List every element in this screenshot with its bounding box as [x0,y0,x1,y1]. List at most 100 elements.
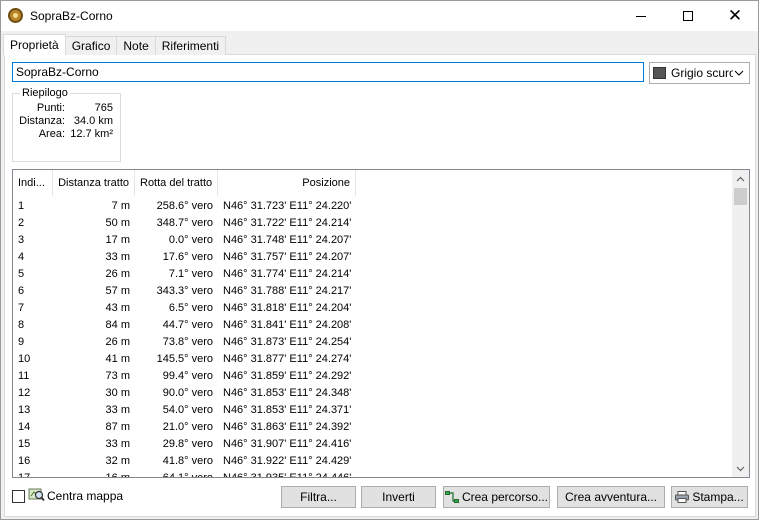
cell-course: 348.7° vero [156,217,213,229]
cell-course: 258.6° vero [156,200,213,212]
table-row[interactable]: 9 26 m 73.8° vero N46° 31.873' E11° 24.254' [13,334,356,351]
cell-distance: 43 m [105,302,130,314]
tab-riferimenti[interactable]: Riferimenti [154,36,227,55]
table-row[interactable]: 12 30 m 90.0° vero N46° 31.853' E11° 24.348… [13,385,356,402]
color-select[interactable]: Grigio scuro [649,62,750,84]
cell-position: N46° 31.722' E11° 24.214' [223,217,352,229]
cell-distance: 32 m [105,455,130,467]
cell-index: 3 [18,234,25,246]
table-row[interactable]: 11 73 m 99.4° vero N46° 31.859' E11° 24.292… [13,368,356,385]
column-header-course[interactable]: Rotta del tratto [135,170,218,196]
column-header-distance[interactable]: Distanza tratto [53,170,135,196]
table-row[interactable]: 16 32 m 41.8° vero N46° 31.922' E11° 24.429… [13,453,356,470]
table-row[interactable]: 15 33 m 29.8° vero N46° 31.907' E11° 24.416… [13,436,356,453]
maximize-button[interactable] [665,1,711,31]
scroll-up-button[interactable] [732,170,749,187]
cell-index: 14 [18,421,31,433]
maximize-icon [683,11,693,21]
scroll-thumb[interactable] [734,188,747,205]
cell-distance: 26 m [105,268,130,280]
create-adventure-button[interactable]: Crea avventura... [557,486,665,508]
cell-distance: 7 m [111,200,130,212]
table-row[interactable]: 17 16 m 64.1° vero N46° 31.935' E11° 24.446… [13,470,356,478]
close-icon: ✕ [727,6,743,26]
tab-proprieta[interactable]: Proprietà [3,34,66,55]
tab-grafico[interactable]: Grafico [64,36,118,55]
cell-position: N46° 31.841' E11° 24.208' [223,319,352,331]
cell-course: 145.5° vero [156,353,213,365]
table-row[interactable]: 1 7 m 258.6° vero N46° 31.723' E11° 24.220' [13,198,356,215]
cell-index: 4 [18,251,25,263]
cell-course: 343.3° vero [156,285,213,297]
cell-distance: 87 m [105,421,130,433]
create-route-button[interactable]: Crea percorso... [443,486,550,508]
cell-position: N46° 31.774' E11° 24.214' [223,268,352,280]
cell-position: N46° 31.873' E11° 24.254' [223,336,352,348]
track-name-input[interactable] [12,62,644,82]
cell-position: N46° 31.818' E11° 24.204' [223,302,352,314]
vertical-scrollbar[interactable] [732,170,749,477]
color-swatch [653,67,666,79]
column-header-position[interactable]: Posizione [218,170,356,196]
print-button[interactable]: Stampa... [671,486,748,508]
cell-distance: 41 m [105,353,130,365]
cell-course: 54.0° vero [162,404,213,416]
table-row[interactable]: 5 26 m 7.1° vero N46° 31.774' E11° 24.214' [13,266,356,283]
tab-note[interactable]: Note [116,36,156,55]
cell-position: N46° 31.863' E11° 24.392' [223,421,352,433]
cell-index: 7 [18,302,25,314]
filter-button[interactable]: Filtra... [281,486,356,508]
cell-course: 29.8° vero [162,438,213,450]
invert-button-label: Inverti [382,490,415,504]
cell-index: 10 [18,353,31,365]
close-button[interactable]: ✕ [712,1,758,31]
cell-position: N46° 31.757' E11° 24.207' [223,251,352,263]
cell-position: N46° 31.877' E11° 24.274' [223,353,352,365]
cell-distance: 50 m [105,217,130,229]
table-row[interactable]: 2 50 m 348.7° vero N46° 31.722' E11° 24.214… [13,215,356,232]
cell-position: N46° 31.788' E11° 24.217' [223,285,352,297]
table-row[interactable]: 4 33 m 17.6° vero N46° 31.757' E11° 24.207' [13,249,356,266]
cell-position: N46° 31.748' E11° 24.207' [223,234,352,246]
table-row[interactable]: 7 43 m 6.5° vero N46° 31.818' E11° 24.204' [13,300,356,317]
cell-index: 6 [18,285,25,297]
cell-distance: 16 m [105,472,130,478]
chevron-up-icon [736,176,745,181]
cell-index: 9 [18,336,25,348]
scroll-down-button[interactable] [732,460,749,477]
table-row[interactable]: 6 57 m 343.3° vero N46° 31.788' E11° 24.217… [13,283,356,300]
cell-index: 17 [18,472,31,478]
summary-value: 34.0 km [73,115,113,127]
table-row[interactable]: 8 84 m 44.7° vero N46° 31.841' E11° 24.208' [13,317,356,334]
cell-position: N46° 31.922' E11° 24.429' [223,455,352,467]
cell-position: N46° 31.935' E11° 24.446' [223,472,352,478]
table-row[interactable]: 13 33 m 54.0° vero N46° 31.853' E11° 24.371… [13,402,356,419]
table-row[interactable]: 14 87 m 21.0° vero N46° 31.863' E11° 24.392… [13,419,356,436]
cell-index: 5 [18,268,25,280]
cell-course: 44.7° vero [162,319,213,331]
table-row[interactable]: 3 17 m 0.0° vero N46° 31.748' E11° 24.207' [13,232,356,249]
cell-distance: 17 m [105,234,130,246]
compass-icon [8,8,23,23]
table-row[interactable]: 10 41 m 145.5° vero N46° 31.877' E11° 24.27… [13,351,356,368]
create-adventure-label: Crea avventura... [564,490,658,504]
column-header-index[interactable]: Indi... [13,170,53,196]
cell-distance: 84 m [105,319,130,331]
filter-button-label: Filtra... [300,490,337,504]
center-map-checkbox[interactable] [12,490,25,503]
cell-distance: 33 m [105,438,130,450]
print-button-label: Stampa... [692,490,744,504]
cell-distance: 33 m [105,251,130,263]
map-magnifier-icon [28,488,45,502]
points-table[interactable]: Indi... Distanza tratto Rotta del tratto… [12,169,750,478]
cell-course: 7.1° vero [168,268,213,280]
center-map-label: Centra mappa [47,489,124,503]
cell-course: 64.1° vero [162,472,213,478]
invert-button[interactable]: Inverti [361,486,436,508]
cell-distance: 57 m [105,285,130,297]
title-bar: SopraBz-Corno ✕ [1,1,758,31]
cell-distance: 26 m [105,336,130,348]
cell-course: 99.4° vero [162,370,213,382]
minimize-button[interactable] [618,1,664,31]
summary-row-distance: Distanza: 34.0 km [13,115,122,128]
